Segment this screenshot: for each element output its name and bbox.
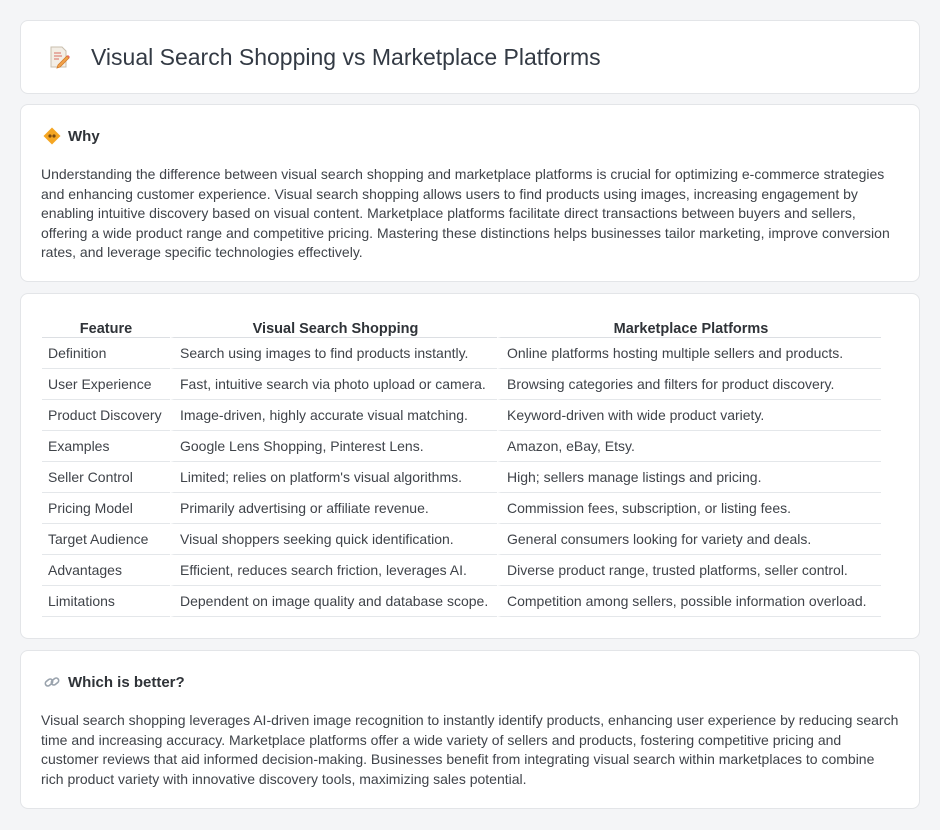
feature-cell: Seller Control	[42, 462, 170, 493]
table-row: User Experience Fast, intuitive search v…	[42, 369, 881, 400]
visual-search-cell: Primarily advertising or affiliate reven…	[170, 493, 497, 524]
which-is-better-body: Visual search shopping leverages AI-driv…	[41, 712, 899, 787]
marketplace-cell: High; sellers manage listings and pricin…	[497, 462, 881, 493]
feature-cell: Definition	[42, 338, 170, 369]
feature-cell: Examples	[42, 431, 170, 462]
visual-search-cell: Efficient, reduces search friction, leve…	[170, 555, 497, 586]
marketplace-cell: Competition among sellers, possible info…	[497, 586, 881, 617]
feature-cell: Limitations	[42, 586, 170, 617]
marketplace-cell: Commission fees, subscription, or listin…	[497, 493, 881, 524]
marketplace-cell: Amazon, eBay, Etsy.	[497, 431, 881, 462]
comparison-table: Feature Visual Search Shopping Marketpla…	[42, 316, 881, 617]
visual-search-cell: Search using images to find products ins…	[170, 338, 497, 369]
table-row: Definition Search using images to find p…	[42, 338, 881, 369]
visual-search-cell: Limited; relies on platform's visual alg…	[170, 462, 497, 493]
table-row: Limitations Dependent on image quality a…	[42, 586, 881, 617]
column-header-visual-search: Visual Search Shopping	[170, 316, 497, 338]
document-pencil-icon	[50, 46, 70, 69]
feature-cell: Target Audience	[42, 524, 170, 555]
table-row: Advantages Efficient, reduces search fri…	[42, 555, 881, 586]
feature-cell: Pricing Model	[42, 493, 170, 524]
why-title: Why	[68, 127, 100, 145]
table-row: Pricing Model Primarily advertising or a…	[42, 493, 881, 524]
marketplace-cell: Online platforms hosting multiple seller…	[497, 338, 881, 369]
marketplace-cell: Diverse product range, trusted platforms…	[497, 555, 881, 586]
visual-search-cell: Google Lens Shopping, Pinterest Lens.	[170, 431, 497, 462]
visual-search-cell: Fast, intuitive search via photo upload …	[170, 369, 497, 400]
why-section: Why Understanding the difference between…	[20, 104, 920, 282]
table-row: Seller Control Limited; relies on platfo…	[42, 462, 881, 493]
marketplace-cell: Keyword-driven with wide product variety…	[497, 400, 881, 431]
feature-cell: User Experience	[42, 369, 170, 400]
comparison-card: Feature Visual Search Shopping Marketpla…	[20, 293, 920, 639]
visual-search-cell: Image-driven, highly accurate visual mat…	[170, 400, 497, 431]
table-row: Product Discovery Image-driven, highly a…	[42, 400, 881, 431]
which-is-better-title: Which is better?	[68, 673, 185, 691]
column-header-feature: Feature	[42, 316, 170, 338]
marketplace-cell: General consumers looking for variety an…	[497, 524, 881, 555]
column-header-marketplace: Marketplace Platforms	[497, 316, 881, 338]
header-card: Visual Search Shopping vs Marketplace Pl…	[20, 20, 920, 94]
marketplace-cell: Browsing categories and filters for prod…	[497, 369, 881, 400]
table-row: Examples Google Lens Shopping, Pinterest…	[42, 431, 881, 462]
visual-search-cell: Visual shoppers seeking quick identifica…	[170, 524, 497, 555]
why-body: Understanding the difference between vis…	[41, 166, 890, 261]
diamond-sign-icon	[43, 127, 61, 145]
which-is-better-section: Which is better? Visual search shopping …	[20, 650, 920, 809]
feature-cell: Product Discovery	[42, 400, 170, 431]
table-header-row: Feature Visual Search Shopping Marketpla…	[42, 316, 881, 338]
feature-cell: Advantages	[42, 555, 170, 586]
link-icon	[44, 677, 60, 687]
table-row: Target Audience Visual shoppers seeking …	[42, 524, 881, 555]
page-title: Visual Search Shopping vs Marketplace Pl…	[91, 43, 601, 70]
visual-search-cell: Dependent on image quality and database …	[170, 586, 497, 617]
